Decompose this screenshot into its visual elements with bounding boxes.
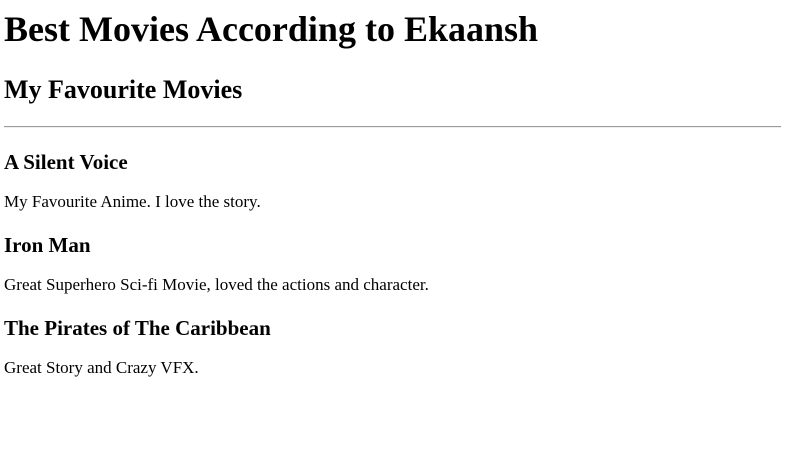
page-subtitle: My Favourite Movies [4,75,243,104]
movie-description: Great Superhero Sci-fi Movie, loved the … [4,275,429,294]
movie-entry-pirates-of-the-caribbean: The Pirates of The Caribbean Great Story… [4,316,781,378]
movie-title: A Silent Voice [4,150,128,174]
divider [4,126,781,128]
movie-description: Great Story and Crazy VFX. [4,358,199,377]
movie-description: My Favourite Anime. I love the story. [4,192,261,211]
movie-entry-a-silent-voice: A Silent Voice My Favourite Anime. I lov… [4,150,781,212]
movie-entry-iron-man: Iron Man Great Superhero Sci-fi Movie, l… [4,233,781,295]
page-title: Best Movies According to Ekaansh [4,9,539,49]
movie-title: The Pirates of The Caribbean [4,316,271,340]
page: Best Movies According to Ekaansh My Favo… [0,0,787,378]
movie-title: Iron Man [4,233,91,257]
